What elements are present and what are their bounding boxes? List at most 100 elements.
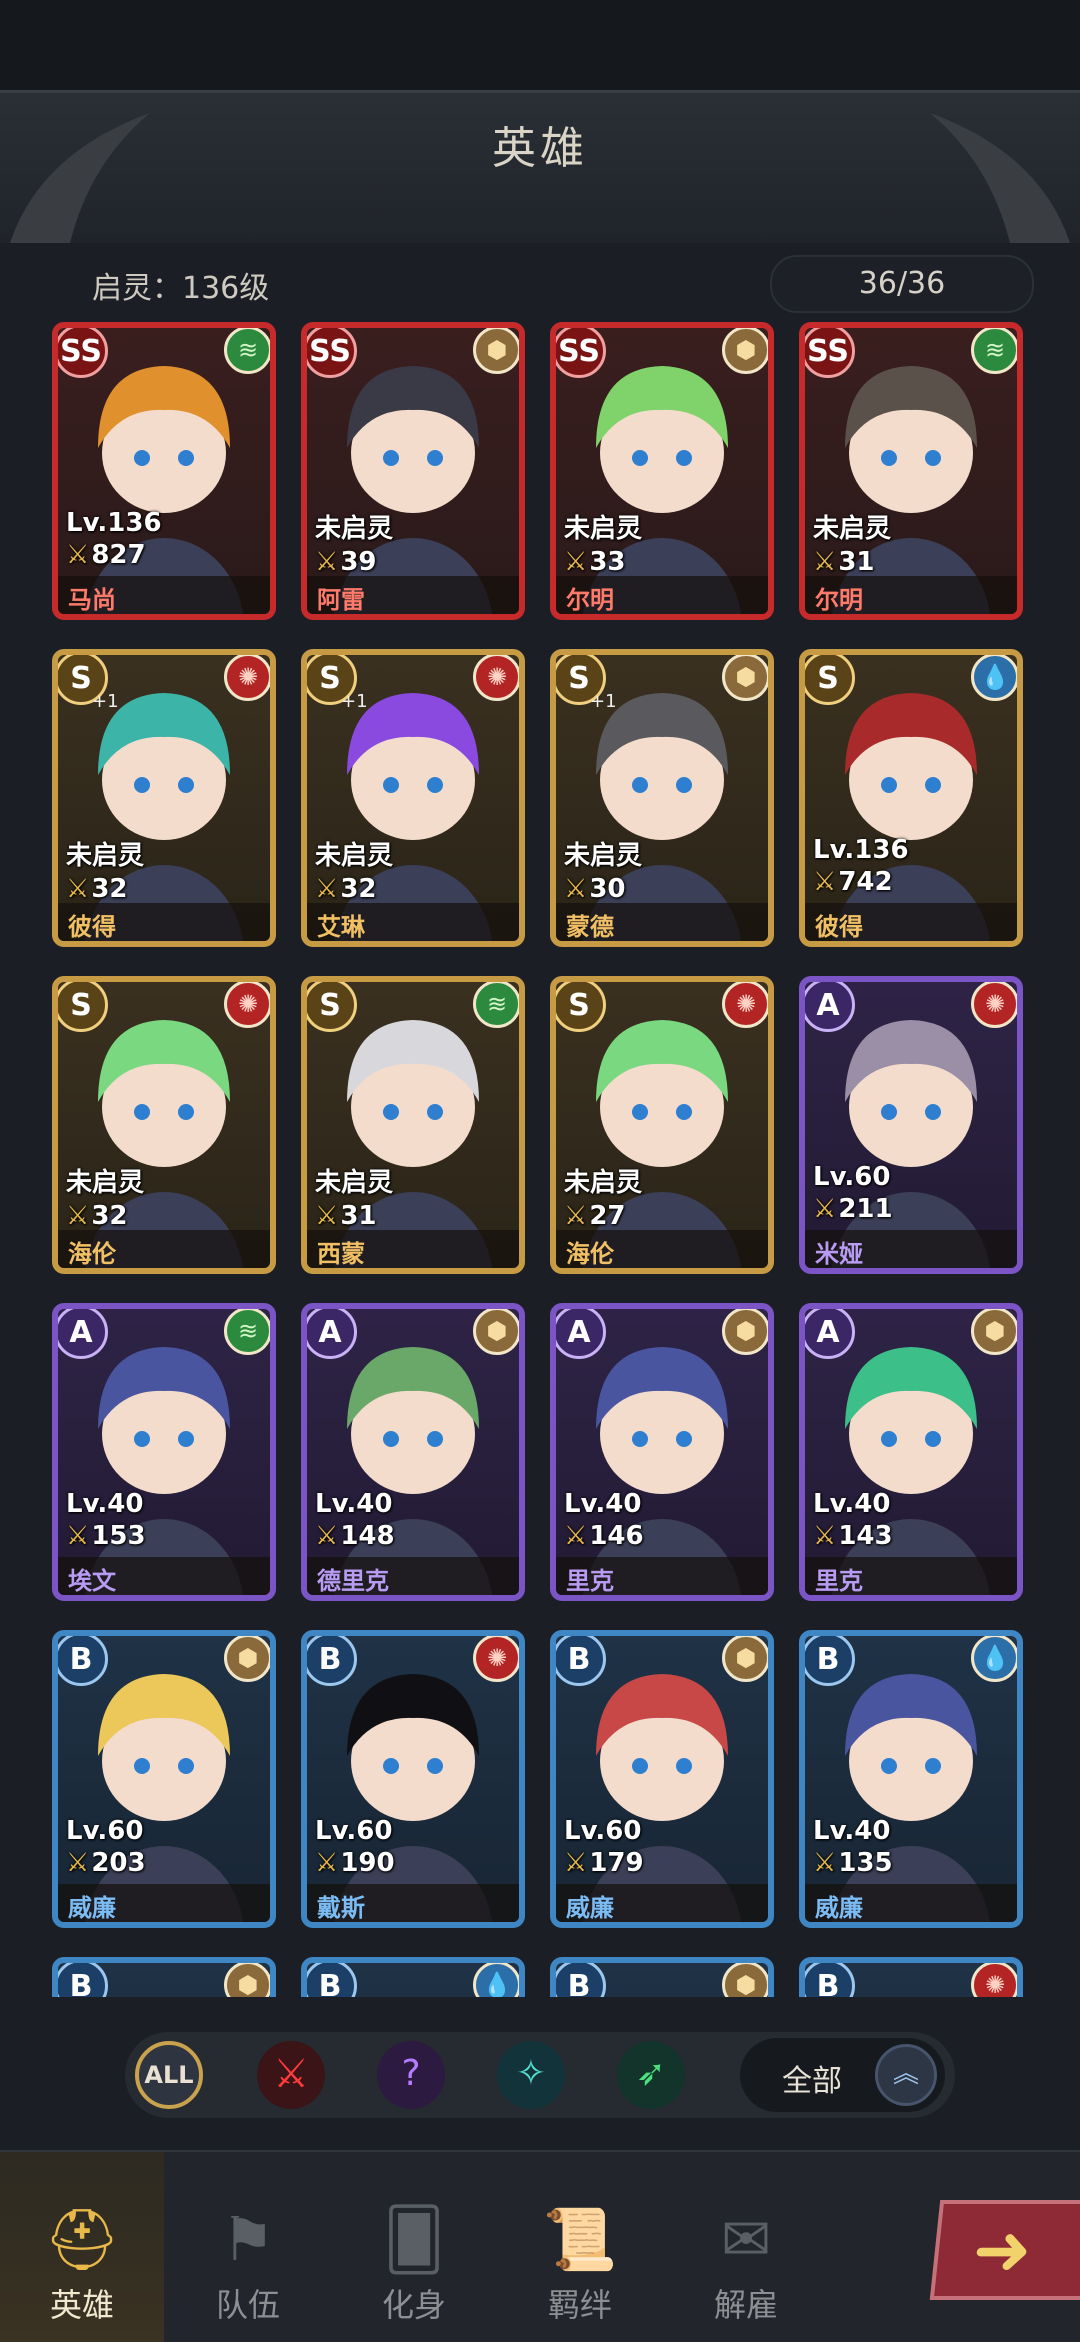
next-arrow-button[interactable]: ➜ (929, 2200, 1080, 2300)
power-value: 33 (589, 547, 626, 577)
hero-card[interactable]: S ✺ 未启灵 ⚔32 海伦 (52, 976, 276, 1274)
name-bar: 海伦 (58, 1230, 270, 1268)
ranger-class-icon[interactable]: ➶ (617, 2041, 685, 2109)
hero-level: 未启灵 (315, 514, 394, 544)
hero-count: 36/36 (770, 255, 1034, 313)
name-bar: 艾琳 (307, 903, 519, 941)
nav-tab-3[interactable]: 📜 羁绊 (498, 2152, 662, 2342)
hero-card[interactable]: S +1 ✺ 未启灵 ⚔32 艾琳 (301, 649, 525, 947)
hero-card[interactable]: B ✺ (799, 1957, 1023, 1997)
nav-tab-2[interactable]: 🂠 化身 (332, 2152, 496, 2342)
power-value: 39 (340, 547, 377, 577)
hero-name: 蒙德 (566, 913, 614, 941)
nav-tab-label: 化身 (381, 2286, 446, 2324)
hero-card[interactable]: S 💧 Lv.136 ⚔742 彼得 (799, 649, 1023, 947)
earth-element-icon: ⬢ (722, 655, 768, 701)
hero-card[interactable]: B ⬢ Lv.60 ⚔203 威廉 (52, 1630, 276, 1928)
bottom-nav: ⛑ 英雄 ⚑ 队伍 🂠 化身 📜 羁绊 ✉ 解雇 (0, 2150, 1080, 2342)
power-value: 143 (838, 1521, 893, 1551)
hero-info: 未启灵 ⚔32 (66, 1162, 144, 1231)
nav-tab-0[interactable]: ⛑ 英雄 (0, 2152, 164, 2342)
hero-level: 未启灵 (315, 1168, 394, 1198)
name-bar: 蒙德 (556, 903, 768, 941)
hero-info: Lv.40 ⚔153 (66, 1489, 146, 1551)
hero-card[interactable]: S +1 ⬢ 未启灵 ⚔30 蒙德 (550, 649, 774, 947)
hero-card[interactable]: SS ⬢ 未启灵 ⚔33 尔明 (550, 322, 774, 620)
hero-name: 埃文 (68, 1567, 116, 1595)
hero-name: 里克 (815, 1567, 863, 1595)
water-element-icon: 💧 (971, 1636, 1017, 1682)
wind-element-icon: ≋ (473, 982, 519, 1028)
hero-card[interactable]: B ⬢ (52, 1957, 276, 1997)
sort-dropdown[interactable]: 全部 ︽ (740, 2038, 945, 2112)
fire-element-icon: ✺ (971, 982, 1017, 1028)
hero-info: 未启灵 ⚔32 (66, 835, 144, 904)
nav-tab-1[interactable]: ⚑ 队伍 (166, 2152, 330, 2342)
earth-element-icon: ⬢ (224, 1636, 270, 1682)
arrow-right-icon: ➜ (968, 2209, 1036, 2291)
hero-info: 未启灵 ⚔32 (315, 835, 393, 904)
hero-power: ⚔31 (813, 547, 891, 577)
water-element-icon: 💧 (971, 655, 1017, 701)
hero-info: Lv.40 ⚔146 (564, 1489, 644, 1551)
hero-card[interactable]: B 💧 Lv.40 ⚔135 威廉 (799, 1630, 1023, 1928)
hero-card[interactable]: B ⬢ (550, 1957, 774, 1997)
nav-tab-4[interactable]: ✉ 解雇 (664, 2152, 828, 2342)
power-value: 827 (91, 540, 146, 570)
hero-name: 西蒙 (317, 1240, 365, 1268)
hero-level: 未启灵 (66, 1168, 145, 1198)
name-bar: 里克 (556, 1557, 768, 1595)
earth-element-icon: ⬢ (722, 1309, 768, 1355)
hero-power: ⚔203 (66, 1848, 146, 1878)
hero-card[interactable]: A ✺ Lv.60 ⚔211 米娅 (799, 976, 1023, 1274)
hero-power: ⚔153 (66, 1521, 146, 1551)
hero-name: 马尚 (68, 586, 116, 614)
hero-card[interactable]: A ⬢ Lv.40 ⚔146 里克 (550, 1303, 774, 1601)
rank-badge: B (307, 1636, 357, 1686)
hero-level: Lv.40 (66, 1489, 144, 1519)
mage-class-icon[interactable]: ? (377, 2041, 445, 2109)
hero-name: 米娅 (815, 1240, 863, 1268)
swords-icon: ⚔ (315, 547, 339, 577)
hero-card[interactable]: B 💧 (301, 1957, 525, 1997)
hero-card[interactable]: B ✺ Lv.60 ⚔190 戴斯 (301, 1630, 525, 1928)
hero-level: Lv.40 (813, 1816, 891, 1846)
hero-card[interactable]: S ≋ 未启灵 ⚔31 西蒙 (301, 976, 525, 1274)
hero-info: Lv.60 ⚔190 (315, 1816, 395, 1878)
power-value: 742 (838, 867, 893, 897)
earth-element-icon: ⬢ (473, 1309, 519, 1355)
hero-card[interactable]: S ✺ 未启灵 ⚔27 海伦 (550, 976, 774, 1274)
chevron-up-icon[interactable]: ︽ (875, 2044, 937, 2106)
hero-card[interactable]: A ⬢ Lv.40 ⚔143 里克 (799, 1303, 1023, 1601)
hero-card[interactable]: SS ≋ Lv.136 ⚔827 马尚 (52, 322, 276, 620)
rank-badge: B (58, 1636, 108, 1686)
hero-level: 未启灵 (315, 841, 394, 871)
warrior-class-icon[interactable]: ⚔ (257, 2041, 325, 2109)
power-value: 27 (589, 1201, 626, 1231)
hero-card[interactable]: B ⬢ Lv.60 ⚔179 威廉 (550, 1630, 774, 1928)
hero-card[interactable]: SS ≋ 未启灵 ⚔31 尔明 (799, 322, 1023, 620)
name-bar: 彼得 (805, 903, 1017, 941)
hero-grid: SS ≋ Lv.136 ⚔827 马尚 SS ⬢ 未启灵 ⚔39 阿雷 SS ⬢ 未启灵 ⚔33 尔明 SS ≋… (52, 322, 1042, 1997)
hero-power: ⚔32 (66, 874, 144, 904)
swords-icon: ⚔ (564, 874, 588, 904)
swords-icon: ⚔ (564, 547, 588, 577)
hero-info: 未启灵 ⚔31 (315, 1162, 393, 1231)
hero-card[interactable]: S +1 ✺ 未启灵 ⚔32 彼得 (52, 649, 276, 947)
hero-info: Lv.60 ⚔203 (66, 1816, 146, 1878)
name-bar: 米娅 (805, 1230, 1017, 1268)
hero-card[interactable]: A ⬢ Lv.40 ⚔148 德里克 (301, 1303, 525, 1601)
hero-info: 未启灵 ⚔31 (813, 508, 891, 577)
earth-element-icon: ⬢ (473, 328, 519, 374)
hero-level: 未启灵 (564, 514, 643, 544)
hero-level: Lv.40 (564, 1489, 642, 1519)
banner-icon: ⚑ (221, 2205, 275, 2275)
support-class-icon[interactable]: ✧ (497, 2041, 565, 2109)
filter-all-button[interactable]: ALL (135, 2041, 203, 2109)
hero-power: ⚔32 (66, 1201, 144, 1231)
hero-power: ⚔148 (315, 1521, 395, 1551)
hero-card[interactable]: A ≋ Lv.40 ⚔153 埃文 (52, 1303, 276, 1601)
swords-icon: ⚔ (66, 1521, 90, 1551)
hero-card[interactable]: SS ⬢ 未启灵 ⚔39 阿雷 (301, 322, 525, 620)
swords-icon: ⚔ (315, 1521, 339, 1551)
